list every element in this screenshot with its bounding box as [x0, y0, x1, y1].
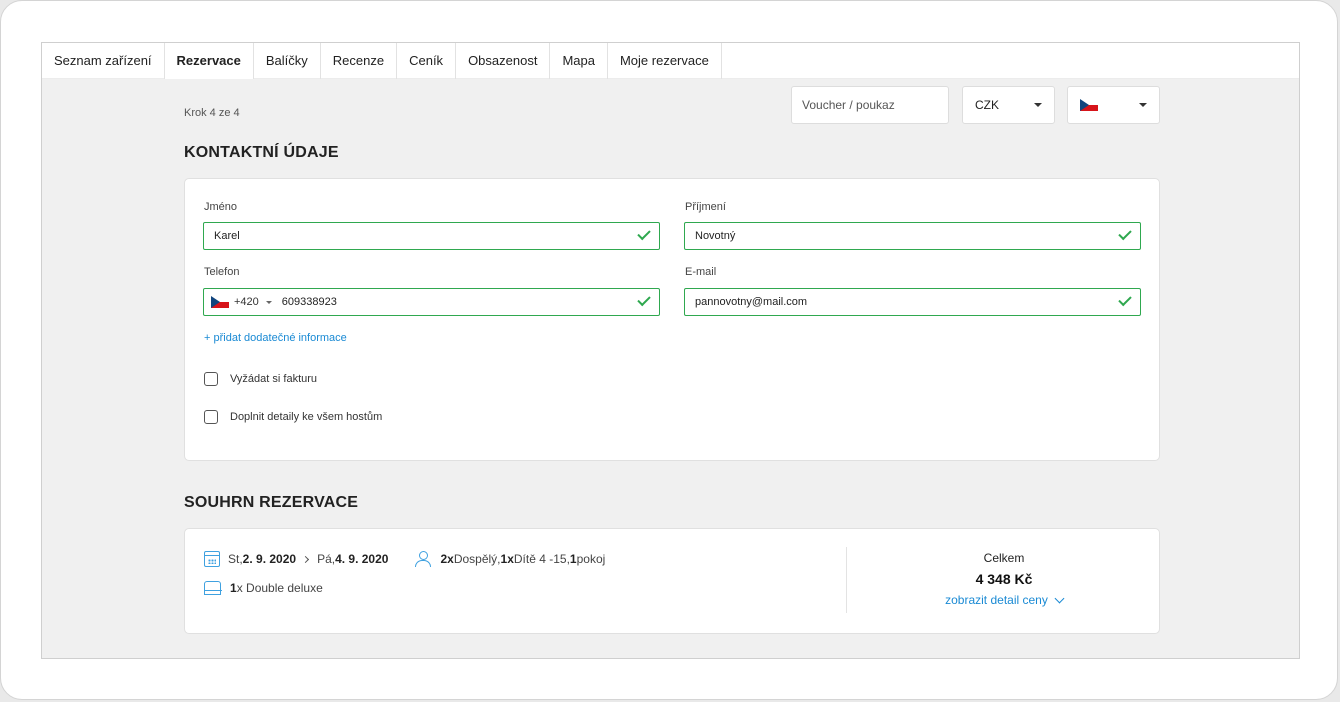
to-day: Pá,: [317, 552, 336, 566]
currency-value: CZK: [975, 98, 999, 112]
summary-room-row: 1 x Double deluxe: [203, 581, 323, 595]
language-select[interactable]: [1067, 86, 1160, 124]
adults-count: 2x: [440, 552, 454, 566]
phone-label: Telefon: [204, 266, 240, 278]
first-name-label: Jméno: [204, 201, 238, 213]
person-icon: [415, 551, 432, 567]
email-field[interactable]: pannovotny@mail.com: [684, 288, 1141, 316]
browser-frame: Seznam zařízení Rezervace Balíčky Recenz…: [0, 0, 1338, 700]
total-price-block: Celkem 4 348 Kč zobrazit detail ceny: [847, 551, 1161, 609]
guests-checkbox-label: Doplnit detaily ke všem hostům: [230, 411, 383, 423]
cz-flag-icon: [211, 296, 229, 308]
bed-icon: [203, 581, 222, 595]
rooms-count: 1: [569, 552, 577, 566]
phone-prefix-value: +420: [234, 296, 259, 308]
checkbox-box[interactable]: [204, 410, 218, 424]
check-icon: [1118, 226, 1132, 241]
summary-dates-row: St, 2. 9. 2020 Pá, 4. 9. 2020 2x Dospělý…: [204, 551, 605, 567]
invoice-checkbox[interactable]: Vyžádat si fakturu: [204, 372, 317, 386]
price-detail-link[interactable]: zobrazit detail ceny: [945, 593, 1065, 607]
tab-packages[interactable]: Balíčky: [254, 43, 321, 79]
last-name-value: Novotný: [695, 230, 736, 242]
tab-reviews[interactable]: Recenze: [321, 43, 398, 79]
check-icon: [637, 226, 651, 241]
currency-select[interactable]: CZK: [962, 86, 1055, 124]
adults-label: Dospělý,: [453, 552, 501, 566]
phone-field[interactable]: +420 609338923: [203, 288, 660, 316]
cz-flag-icon: [1080, 99, 1098, 111]
from-date: 2. 9. 2020: [242, 552, 297, 566]
last-name-label: Příjmení: [685, 201, 726, 213]
tab-facility-list[interactable]: Seznam zařízení: [42, 43, 165, 79]
price-detail-label: zobrazit detail ceny: [945, 593, 1048, 607]
nav-tabs: Seznam zařízení Rezervace Balíčky Recenz…: [42, 43, 1299, 79]
invoice-checkbox-label: Vyžádat si fakturu: [230, 373, 318, 385]
booking-widget: Seznam zařízení Rezervace Balíčky Recenz…: [41, 42, 1300, 659]
room-qty: 1: [230, 581, 237, 595]
checkbox-box[interactable]: [204, 372, 218, 386]
summary-panel: St, 2. 9. 2020 Pá, 4. 9. 2020 2x Dospělý…: [184, 528, 1160, 634]
children-count: 1x: [500, 552, 514, 566]
to-date: 4. 9. 2020: [335, 552, 389, 566]
chevron-down-icon: [1054, 593, 1065, 603]
tab-my-reservations[interactable]: Moje rezervace: [608, 43, 722, 79]
children-label: Dítě 4 -15,: [513, 552, 570, 566]
check-icon: [637, 292, 651, 307]
room-name: x Double deluxe: [236, 581, 323, 595]
check-icon: [1118, 292, 1132, 307]
email-label: E-mail: [685, 266, 717, 278]
from-day: St,: [228, 552, 243, 566]
summary-section-title: SOUHRN REZERVACE: [184, 494, 359, 511]
first-name-value: Karel: [214, 230, 240, 242]
tab-pricelist[interactable]: Ceník: [397, 43, 457, 79]
chevron-right-icon: [302, 555, 310, 563]
add-info-link[interactable]: + přidat dodatečné informace: [204, 332, 347, 344]
last-name-field[interactable]: Novotný: [684, 222, 1141, 250]
total-price: 4 348 Kč: [975, 571, 1033, 587]
total-label: Celkem: [983, 551, 1025, 565]
guests-details-checkbox[interactable]: Doplnit detaily ke všem hostům: [204, 410, 382, 424]
caret-down-icon: [265, 300, 272, 304]
contact-form-panel: Jméno Karel Příjmení Novotný Telefon +42…: [184, 178, 1160, 461]
phone-country-select[interactable]: +420: [211, 289, 272, 315]
step-indicator: Krok 4 ze 4: [184, 107, 240, 119]
email-value: pannovotny@mail.com: [695, 296, 808, 308]
caret-down-icon: [1139, 103, 1147, 107]
tab-map[interactable]: Mapa: [550, 43, 608, 79]
voucher-input[interactable]: [791, 86, 949, 124]
first-name-field[interactable]: Karel: [203, 222, 660, 250]
tab-occupancy[interactable]: Obsazenost: [456, 43, 551, 79]
calendar-icon: [204, 551, 220, 567]
caret-down-icon: [1034, 103, 1042, 107]
tab-reservation[interactable]: Rezervace: [164, 43, 254, 79]
phone-value: 609338923: [281, 296, 337, 308]
contact-section-title: KONTAKTNÍ ÚDAJE: [184, 144, 339, 161]
rooms-label: pokoj: [576, 552, 606, 566]
